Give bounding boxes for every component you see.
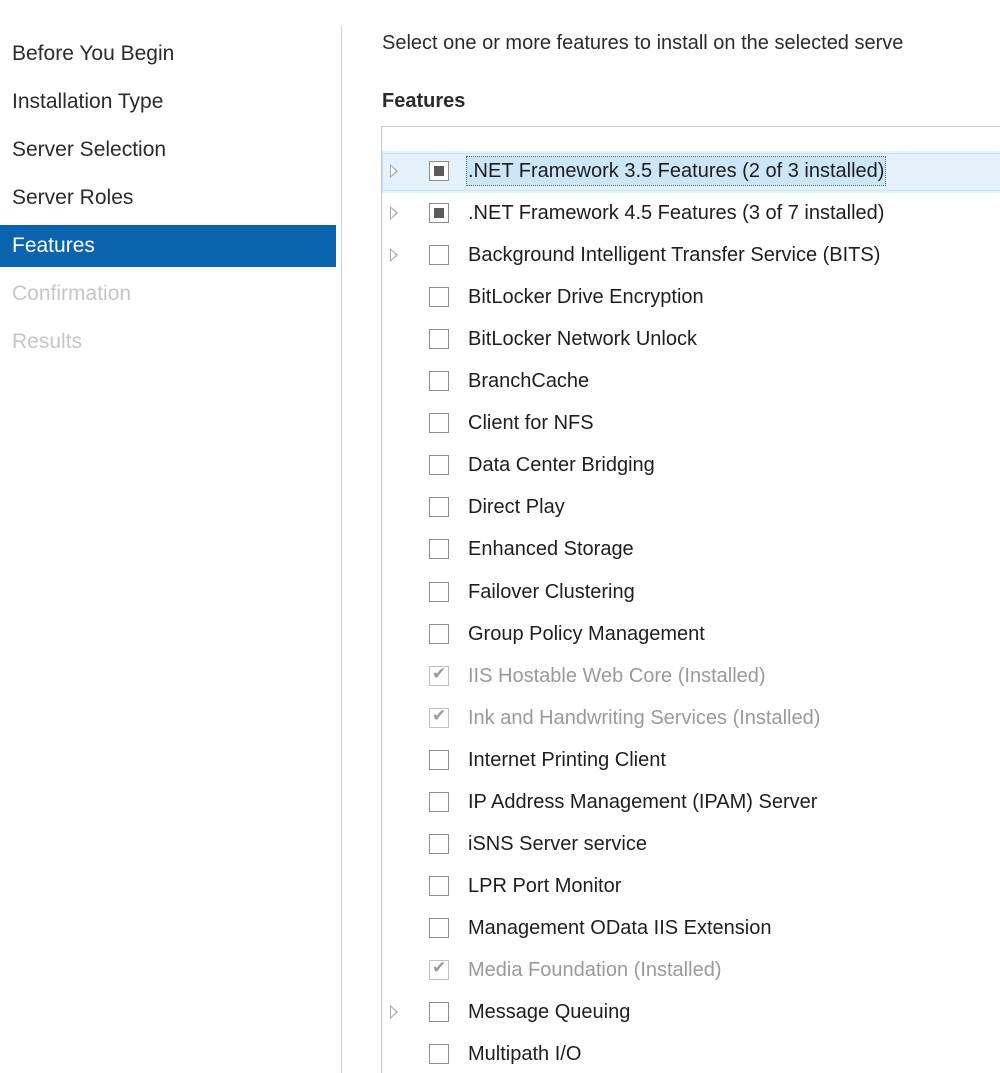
- feature-label: BitLocker Network Unlock: [468, 328, 697, 350]
- expand-arrow-icon[interactable]: [390, 1005, 398, 1019]
- feature-checkbox[interactable]: [429, 413, 449, 433]
- feature-label: Media Foundation (Installed): [468, 959, 722, 981]
- nav-item-before-you-begin[interactable]: Before You Begin: [0, 33, 336, 75]
- expand-arrow-icon[interactable]: [390, 164, 398, 178]
- nav-item-server-roles[interactable]: Server Roles: [0, 177, 336, 219]
- feature-label: Data Center Bridging: [468, 454, 655, 476]
- nav-item-results: Results: [12, 330, 83, 353]
- feature-row[interactable]: BitLocker Network Unlock: [382, 319, 1000, 361]
- expand-arrow-icon[interactable]: [390, 248, 398, 262]
- feature-row[interactable]: ✔ IIS Hostable Web Core (Installed): [382, 656, 1000, 698]
- feature-row[interactable]: Data Center Bridging: [382, 445, 1000, 487]
- feature-row[interactable]: ✔ Ink and Handwriting Services (Installed…: [382, 698, 1000, 740]
- features-heading: Features: [382, 90, 466, 112]
- checkmark-icon: ✔: [432, 664, 447, 684]
- checkmark-icon: ✔: [432, 958, 447, 978]
- feature-label: BitLocker Drive Encryption: [468, 286, 704, 308]
- wizard-navigation: Before You Begin Installation Type Server …: [0, 0, 336, 1073]
- nav-item-features[interactable]: Features: [0, 225, 336, 267]
- feature-label: Client for NFS: [468, 412, 594, 434]
- feature-checkbox[interactable]: [429, 329, 449, 349]
- feature-checkbox[interactable]: [429, 203, 449, 223]
- feature-checkbox[interactable]: [429, 539, 449, 559]
- feature-row[interactable]: .NET Framework 3.5 Features (2 of 3 inst…: [382, 151, 1000, 193]
- feature-row[interactable]: Internet Printing Client: [382, 740, 1000, 782]
- feature-label: iSNS Server service: [468, 833, 647, 855]
- feature-row[interactable]: Direct Play: [382, 487, 1000, 529]
- nav-item-server-selection[interactable]: Server Selection: [0, 129, 336, 171]
- feature-row[interactable]: ✔ Media Foundation (Installed): [382, 950, 1000, 992]
- feature-checkbox[interactable]: [429, 1044, 449, 1064]
- feature-checkbox[interactable]: [429, 161, 449, 181]
- feature-row[interactable]: Client for NFS: [382, 403, 1000, 445]
- feature-row[interactable]: Background Intelligent Transfer Service …: [382, 235, 1000, 277]
- feature-checkbox[interactable]: [429, 792, 449, 812]
- expand-arrow-icon[interactable]: [390, 206, 398, 220]
- feature-checkbox[interactable]: [429, 287, 449, 307]
- feature-label: IP Address Management (IPAM) Server: [468, 791, 818, 813]
- feature-checkbox[interactable]: [429, 1002, 449, 1022]
- feature-label: Management OData IIS Extension: [468, 917, 772, 939]
- feature-label: Background Intelligent Transfer Service …: [468, 244, 881, 266]
- feature-label: Direct Play: [468, 496, 565, 518]
- feature-label: Internet Printing Client: [468, 749, 666, 771]
- feature-checkbox[interactable]: [429, 624, 449, 644]
- feature-row[interactable]: Message Queuing: [382, 992, 1000, 1034]
- feature-checkbox[interactable]: [429, 834, 449, 854]
- feature-label: Message Queuing: [468, 1001, 631, 1023]
- feature-checkbox[interactable]: [429, 497, 449, 517]
- feature-checkbox[interactable]: [429, 750, 449, 770]
- feature-label: .NET Framework 3.5 Features (2 of 3 inst…: [466, 156, 887, 186]
- feature-row[interactable]: BitLocker Drive Encryption: [382, 277, 1000, 319]
- feature-row[interactable]: LPR Port Monitor: [382, 866, 1000, 908]
- feature-label: IIS Hostable Web Core (Installed): [468, 665, 766, 687]
- feature-checkbox: ✔: [429, 958, 449, 980]
- feature-row[interactable]: Multipath I/O: [382, 1034, 1000, 1073]
- feature-checkbox[interactable]: [429, 918, 449, 938]
- feature-label: Group Policy Management: [468, 623, 705, 645]
- feature-label: BranchCache: [468, 370, 590, 392]
- feature-label: Multipath I/O: [468, 1043, 582, 1065]
- checkmark-icon: ✔: [432, 706, 447, 726]
- feature-row[interactable]: Management OData IIS Extension: [382, 908, 1000, 950]
- feature-row[interactable]: IP Address Management (IPAM) Server: [382, 782, 1000, 824]
- feature-label: .NET Framework 4.5 Features (3 of 7 inst…: [468, 202, 885, 224]
- feature-row[interactable]: BranchCache: [382, 361, 1000, 403]
- add-roles-features-wizard: Before You Begin Installation Type Server …: [0, 0, 1000, 1073]
- feature-row[interactable]: iSNS Server service: [382, 824, 1000, 866]
- feature-row[interactable]: .NET Framework 4.5 Features (3 of 7 inst…: [382, 193, 1000, 235]
- feature-label: LPR Port Monitor: [468, 875, 622, 897]
- feature-label: Ink and Handwriting Services (Installed): [468, 707, 821, 729]
- feature-checkbox[interactable]: [429, 245, 449, 265]
- feature-label: Failover Clustering: [468, 581, 635, 603]
- feature-checkbox[interactable]: [429, 582, 449, 602]
- feature-row[interactable]: Group Policy Management: [382, 614, 1000, 656]
- feature-checkbox[interactable]: [429, 455, 449, 475]
- feature-checkbox: ✔: [429, 664, 449, 686]
- nav-item-installation-type[interactable]: Installation Type: [0, 81, 336, 123]
- feature-row[interactable]: Failover Clustering: [382, 572, 1000, 614]
- features-page: Select one or more features to install o…: [342, 0, 1000, 1073]
- feature-row[interactable]: Enhanced Storage: [382, 529, 1000, 571]
- feature-label: Enhanced Storage: [468, 538, 634, 560]
- nav-item-confirmation: Confirmation: [12, 282, 132, 305]
- feature-checkbox[interactable]: [429, 876, 449, 896]
- feature-checkbox[interactable]: [429, 371, 449, 391]
- features-tree[interactable]: .NET Framework 3.5 Features (2 of 3 inst…: [381, 126, 1000, 1073]
- instruction-text: Select one or more features to install o…: [382, 32, 904, 54]
- feature-checkbox: ✔: [429, 706, 449, 728]
